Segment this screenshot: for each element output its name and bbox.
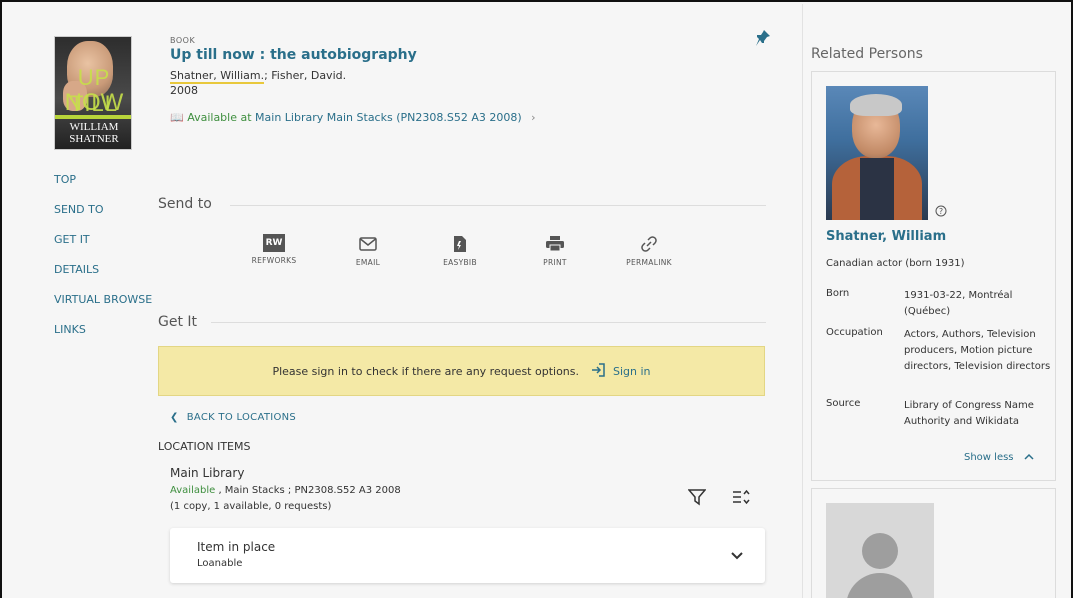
record-title[interactable]: Up till now : the autobiography <box>170 47 417 63</box>
print-label: PRINT <box>543 258 567 267</box>
email-icon <box>357 234 379 254</box>
window-frame: UP TILL NOW WILLIAM SHATNER BOOK Up till… <box>0 0 1073 598</box>
book-icon: 📖 <box>170 111 184 124</box>
photo-hair <box>850 94 902 116</box>
refworks-badge: RW <box>265 238 283 248</box>
item-status: Item in place <box>197 540 276 554</box>
placeholder-head <box>862 533 898 569</box>
email-label: EMAIL <box>355 258 381 267</box>
born-row: Born 1931-03-22, Montréal (Québec) <box>826 288 1054 320</box>
permalink-icon <box>638 234 660 254</box>
show-less-label: Show less <box>964 452 1014 463</box>
born-label: Born <box>826 288 850 299</box>
person-name[interactable]: Shatner, William <box>826 229 946 244</box>
status-available: Available <box>170 485 216 496</box>
print-icon <box>544 234 566 254</box>
help-icon[interactable]: ? <box>935 202 947 221</box>
shelf-location: , Main Stacks ; PN2308.S52 A3 2008 <box>215 485 401 496</box>
placeholder-body <box>846 573 914 598</box>
get-it-heading: Get It <box>158 314 198 330</box>
photo-shirt <box>860 158 894 220</box>
easybib-label: EASYBIB <box>443 258 477 267</box>
item-counts: (1 copy, 1 available, 0 requests) <box>170 501 332 512</box>
send-to-heading: Send to <box>158 196 212 212</box>
availability-location: Main Library Main Stacks (PN2308.S52 A3 … <box>255 111 522 124</box>
person-card: ? Shatner, William Canadian actor (born … <box>811 71 1056 481</box>
cover-name-2: SHATNER <box>69 133 119 145</box>
source-label: Source <box>826 398 861 409</box>
library-status: Available , Main Stacks ; PN2308.S52 A3 … <box>170 485 401 496</box>
pin-icon[interactable] <box>756 30 770 50</box>
refworks-button[interactable]: RW REFWORKS <box>239 234 309 265</box>
back-label: BACK TO LOCATIONS <box>186 412 297 423</box>
location-items-label: LOCATION ITEMS <box>158 440 251 453</box>
library-name: Main Library <box>170 466 245 480</box>
nav-item-virtual-browse[interactable]: VIRTUAL BROWSE <box>54 292 152 322</box>
record-type: BOOK <box>170 36 196 45</box>
nav-item-links[interactable]: LINKS <box>54 322 152 352</box>
record-authors: Shatner, William.; Fisher, David. <box>170 69 346 84</box>
source-value: Library of Congress Name Authority and W… <box>904 400 1034 427</box>
born-value: 1931-03-22, Montréal (Québec) <box>904 290 1013 317</box>
signin-link[interactable]: Sign in <box>591 362 651 380</box>
signin-link-label: Sign in <box>613 364 651 378</box>
signin-message: Please sign in to check if there are any… <box>272 364 579 378</box>
item-card[interactable]: Item in place Loanable <box>170 528 765 583</box>
occupation-label: Occupation <box>826 327 883 338</box>
related-persons-heading: Related Persons <box>811 46 923 62</box>
back-to-locations-link[interactable]: ❮ BACK TO LOCATIONS <box>170 412 296 423</box>
permalink-label: PERMALINK <box>626 258 672 267</box>
cover-name-1: WILLIAM <box>69 121 119 133</box>
person-description: Canadian actor (born 1931) <box>826 258 965 269</box>
record-year: 2008 <box>170 84 198 97</box>
related-persons-panel: Related Persons ? Shatner, William Canad… <box>802 4 1071 598</box>
sign-in-icon <box>591 362 605 380</box>
person-photo <box>826 86 928 220</box>
nav-item-details[interactable]: DETAILS <box>54 262 152 292</box>
filter-icon[interactable] <box>687 488 707 510</box>
print-button[interactable]: PRINT <box>520 234 590 267</box>
section-nav: TOP SEND TO GET IT DETAILS VIRTUAL BROWS… <box>54 172 152 352</box>
occupation-row: Occupation Actors, Authors, Television p… <box>826 327 1054 375</box>
refworks-icon: RW <box>263 234 285 252</box>
source-row: Source Library of Congress Name Authorit… <box>826 398 1054 430</box>
book-cover[interactable]: UP TILL NOW WILLIAM SHATNER <box>54 36 132 150</box>
availability-line[interactable]: 📖 Available at Main Library Main Stacks … <box>170 111 536 124</box>
chevron-up-icon <box>1023 452 1034 463</box>
email-button[interactable]: EMAIL <box>333 234 403 267</box>
person-placeholder-icon <box>826 503 934 598</box>
get-it-divider <box>211 322 766 323</box>
sort-icon[interactable] <box>732 488 750 510</box>
person-card-2 <box>811 488 1056 598</box>
availability-status: Available at <box>187 111 252 124</box>
author-link-2[interactable]: Fisher, David. <box>271 69 346 82</box>
nav-item-get-it[interactable]: GET IT <box>54 232 152 262</box>
svg-text:?: ? <box>939 207 943 216</box>
signin-banner: Please sign in to check if there are any… <box>158 346 765 396</box>
item-policy: Loanable <box>197 558 243 569</box>
nav-item-send-to[interactable]: SEND TO <box>54 202 152 232</box>
cover-stripe <box>55 115 131 119</box>
easybib-button[interactable]: EASYBIB <box>425 234 495 267</box>
send-to-divider <box>230 205 766 206</box>
author-link[interactable]: Shatner, William. <box>170 69 265 84</box>
chevron-left-icon: ❮ <box>170 412 179 423</box>
cover-text-2: NOW <box>64 89 124 116</box>
easybib-icon <box>449 234 471 254</box>
chevron-down-icon[interactable] <box>730 546 744 565</box>
refworks-label: REFWORKS <box>251 256 297 265</box>
nav-item-top[interactable]: TOP <box>54 172 152 202</box>
occupation-value: Actors, Authors, Television producers, M… <box>904 329 1051 372</box>
main-panel: UP TILL NOW WILLIAM SHATNER BOOK Up till… <box>4 4 802 598</box>
show-less-button[interactable]: Show less <box>964 452 1034 463</box>
chevron-right-icon: › <box>531 111 536 124</box>
permalink-button[interactable]: PERMALINK <box>614 234 684 267</box>
